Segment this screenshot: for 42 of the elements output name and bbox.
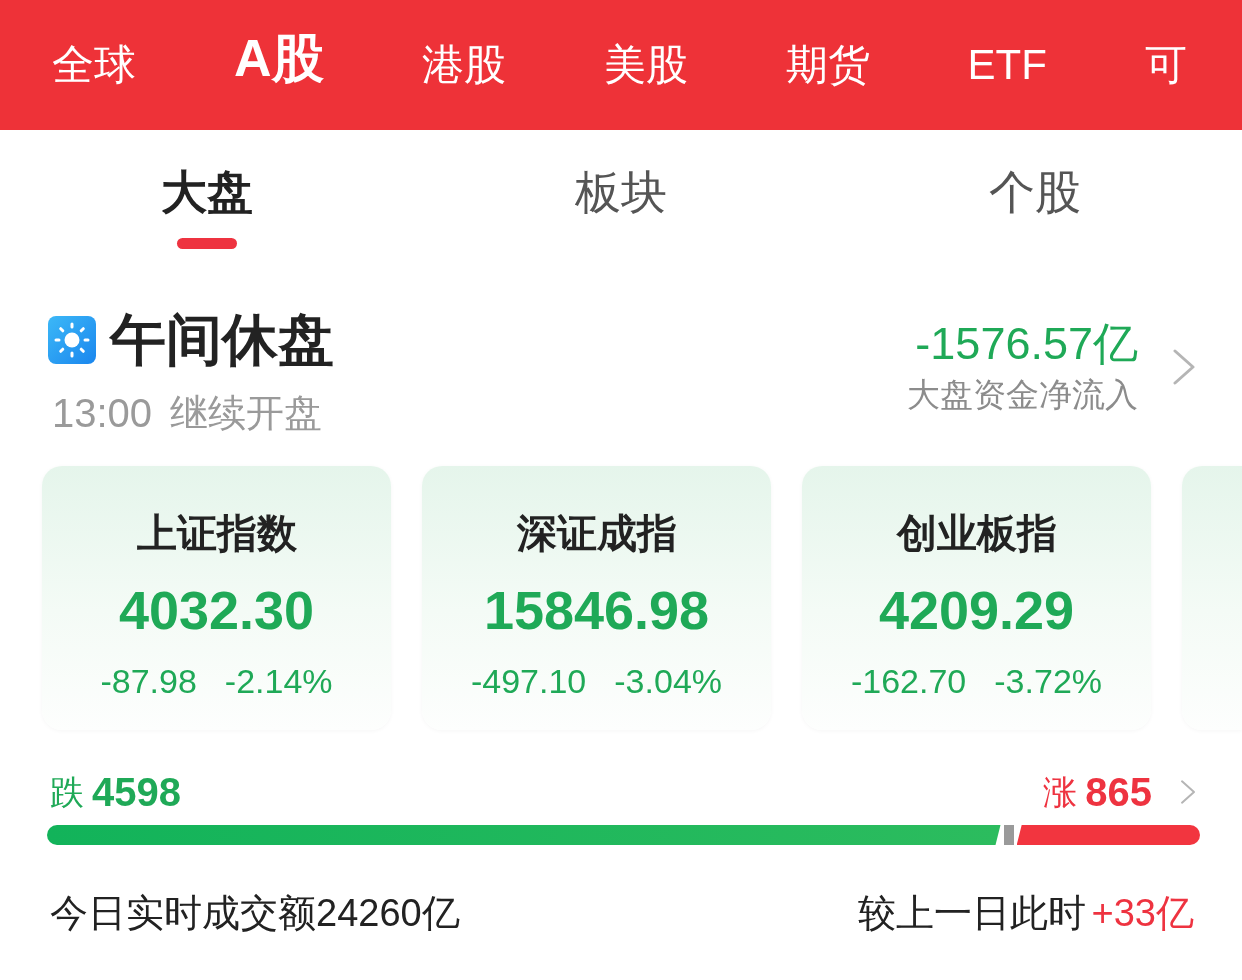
chevron-right-icon	[1172, 349, 1196, 385]
net-flow-label: 大盘资金净流入	[907, 375, 1138, 415]
index-change-percent: -2.14%	[224, 661, 333, 701]
resume-note: 继续开盘	[170, 391, 323, 436]
compare-value: +33亿	[1091, 891, 1194, 936]
resume-time: 13:00	[52, 390, 153, 436]
market-tab[interactable]: 全球	[52, 40, 136, 90]
index-card[interactable]	[1182, 466, 1242, 730]
index-change: -87.98	[100, 661, 197, 701]
index-name: 创业板指	[896, 510, 1057, 556]
market-tab[interactable]: 港股	[421, 40, 506, 90]
view-tab[interactable]: 个股	[989, 166, 1081, 218]
index-name: 上证指数	[136, 510, 297, 556]
session-status: 午间休盘	[110, 308, 334, 372]
index-value: 4032.30	[118, 579, 315, 641]
index-change: -497.10	[470, 661, 587, 701]
index-value: 4209.29	[878, 579, 1075, 641]
view-tab[interactable]: 板块	[575, 166, 667, 218]
index-change: -162.70	[850, 661, 967, 701]
net-flow-value: -1576.57亿	[915, 319, 1138, 369]
index-change-percent: -3.04%	[614, 661, 723, 701]
advance-count: 865	[1085, 769, 1152, 816]
turnover-text: 今日实时成交额24260亿	[50, 891, 460, 936]
index-card[interactable]: 深证成指 15846.98 -497.10 -3.04%	[422, 466, 771, 730]
market-tab[interactable]: A股	[234, 28, 324, 88]
market-tab[interactable]: 可	[1144, 40, 1187, 90]
index-name: 深证成指	[516, 510, 677, 556]
index-card[interactable]: 上证指数 4032.30 -87.98 -2.14%	[42, 466, 391, 730]
index-card[interactable]: 创业板指 4209.29 -162.70 -3.72%	[802, 466, 1151, 730]
index-change-percent: -3.72%	[994, 661, 1103, 701]
flat-segment	[1003, 825, 1014, 845]
decline-label: 跌	[50, 772, 84, 812]
view-tab[interactable]: 大盘	[161, 166, 253, 218]
sun-icon	[48, 316, 96, 364]
chevron-right-icon	[1180, 778, 1196, 806]
market-tab[interactable]: ETF	[967, 40, 1047, 90]
compare-label: 较上一日此时	[857, 891, 1086, 936]
decline-count: 4598	[92, 769, 181, 816]
index-value: 15846.98	[483, 579, 710, 641]
market-tab[interactable]: 美股	[603, 40, 688, 90]
market-tab[interactable]: 期货	[785, 40, 870, 90]
advance-label: 涨	[1043, 772, 1078, 812]
